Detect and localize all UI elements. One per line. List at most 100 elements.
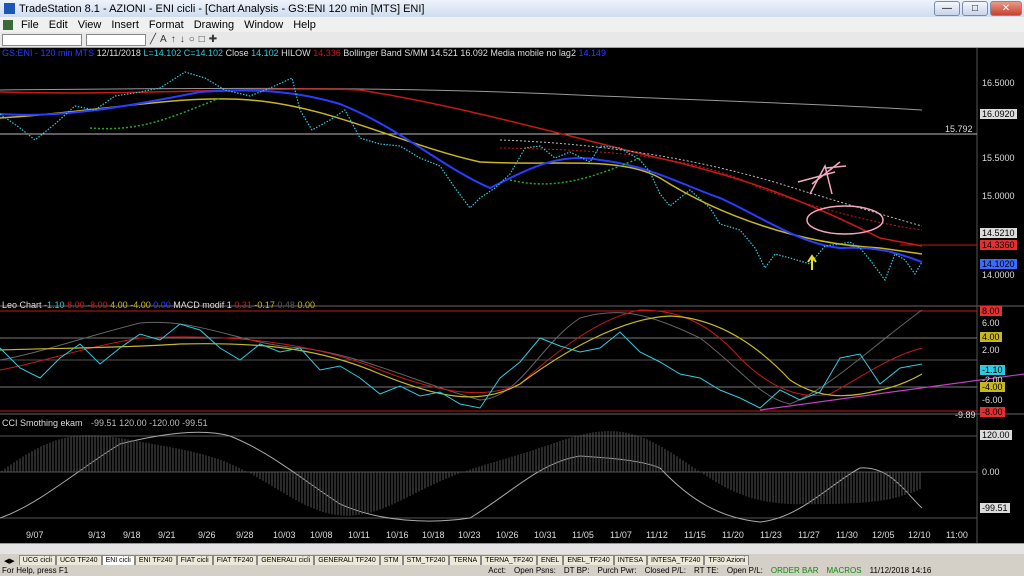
date-tick: 12/05 <box>872 530 895 540</box>
macd-val: 0.48 <box>277 300 295 310</box>
tab-enel-tf240[interactable]: ENEL_TF240 <box>563 555 614 565</box>
status-rt-te: RT TE: <box>693 566 719 575</box>
osc-scale: 6.00 <box>982 318 1000 328</box>
circle-icon[interactable]: ○ <box>189 34 195 46</box>
date-tick: 10/16 <box>386 530 409 540</box>
date-tick: 10/11 <box>348 530 370 540</box>
bb-label: Bollinger Band S/MM <box>343 48 428 58</box>
symbol-dropdown[interactable] <box>2 33 82 46</box>
horizontal-scrollbar[interactable] <box>0 543 1024 554</box>
cci-line <box>0 431 923 523</box>
date-tick: 11:00 <box>946 530 968 540</box>
osc-scale: 4.00 <box>980 332 1002 342</box>
date-tick: 11/30 <box>836 530 858 540</box>
close-button[interactable]: ✕ <box>990 1 1022 16</box>
date-tick: 10/03 <box>273 530 296 540</box>
arrow-down-icon[interactable]: ↓ <box>180 34 185 46</box>
tab-eni-cicli[interactable]: ENI cicli <box>101 555 135 565</box>
mts-label: MTS <box>75 48 95 58</box>
menu-edit[interactable]: Edit <box>44 19 73 31</box>
osc-scale: 8.00 <box>980 306 1002 316</box>
tab-generali-cicli[interactable]: GENERALI cicli <box>257 555 315 565</box>
tab-generali-tf240[interactable]: GENERALI TF240 <box>314 555 380 565</box>
osc-title: Leo Chart <box>2 300 42 310</box>
tab-fiat-cicli[interactable]: FIAT cicli <box>176 555 213 565</box>
close-value: 14.102 <box>251 48 279 58</box>
toolbar: ╱ A ↑ ↓ ○ □ ✚ <box>0 32 1024 48</box>
status-open-pl: Open P/L: <box>726 566 763 575</box>
rect-icon[interactable]: □ <box>199 34 205 46</box>
osc-val: -4.00 <box>130 300 151 310</box>
price-scale-1: 16.5000 <box>982 78 1015 88</box>
menu-window[interactable]: Window <box>239 19 288 31</box>
chart-area[interactable] <box>0 48 1024 543</box>
tab-terna-tf240[interactable]: TERNA_TF240 <box>481 555 538 565</box>
price-scale-5: 15.0000 <box>982 191 1015 201</box>
ma-red-dotted <box>499 147 923 231</box>
date-tick: 11/07 <box>610 530 632 540</box>
menu-insert[interactable]: Insert <box>106 19 144 31</box>
osc-scale: -1.10 <box>980 365 1005 375</box>
tab-scroll-arrows[interactable]: ◀▶ <box>0 557 19 565</box>
price-scale-3: 15.792 <box>945 124 973 134</box>
cursor-icon[interactable]: ✚ <box>209 34 217 46</box>
cci-scale: 120.00 <box>980 430 1012 440</box>
osc-histogram <box>0 309 923 405</box>
tab-fiat-tf240[interactable]: FIAT TF240 <box>212 555 258 565</box>
date-tick: 9/18 <box>123 530 141 540</box>
status-macros[interactable]: MACROS <box>826 566 861 575</box>
price-scale-7: 14.3360 <box>980 240 1017 250</box>
interval-dropdown[interactable] <box>86 33 146 46</box>
osc-val: 8.00 <box>67 300 85 310</box>
close-label: Close <box>225 48 249 58</box>
date-tick: 9/13 <box>88 530 106 540</box>
green-dotted-2 <box>509 157 641 185</box>
date-tick: 10/31 <box>534 530 557 540</box>
close-eq-label: C=14.102 <box>183 48 224 58</box>
menu-format[interactable]: Format <box>144 19 189 31</box>
price-header: GS:ENI - 120 min MTS 12/11/2018 L=14.102… <box>2 48 606 60</box>
text-icon[interactable]: A <box>160 34 167 46</box>
draw-line-icon[interactable]: ╱ <box>150 34 156 46</box>
arrow-up-icon[interactable]: ↑ <box>171 34 176 46</box>
tab-enel[interactable]: ENEL <box>537 555 564 565</box>
macd-val: 0.00 <box>297 300 315 310</box>
status-bar: For Help, press F1 Acct: Open Psns: DT B… <box>0 565 1024 576</box>
price-scale-4: 15.5000 <box>982 153 1015 163</box>
date-tick: 10/26 <box>496 530 519 540</box>
status-clock: 11/12/2018 14:16 <box>869 566 932 575</box>
osc-val: 0.00 <box>153 300 171 310</box>
status-open-psns: Open Psns: <box>514 566 556 575</box>
date-tick: 11/23 <box>760 530 782 540</box>
tab-tf30-azioni[interactable]: TF30 Azioni <box>704 555 750 565</box>
osc-scale: -6.00 <box>982 395 1003 405</box>
tab-terna[interactable]: TERNA <box>449 555 482 565</box>
tab-intesa[interactable]: INTESA <box>613 555 648 565</box>
date-tick: 11/15 <box>684 530 706 540</box>
tab-stm-tf240[interactable]: STM_TF240 <box>402 555 450 565</box>
osc-header: Leo Chart -1.10 8.00 -8.00 4.00 -4.00 0.… <box>2 300 315 310</box>
tab-stm[interactable]: STM <box>379 555 403 565</box>
menu-view[interactable]: View <box>73 19 107 31</box>
date-tick: 9/07 <box>26 530 44 540</box>
chart-doc-icon[interactable] <box>3 19 13 30</box>
tab-ucg-cicli[interactable]: UCG cicli <box>18 555 56 565</box>
app-icon <box>4 3 15 14</box>
date-label: 12/11/2018 <box>96 48 141 58</box>
tab-eni-tf240[interactable]: ENI TF240 <box>134 555 177 565</box>
chart-svg <box>0 48 1024 543</box>
menu-file[interactable]: File <box>16 19 44 31</box>
minimize-button[interactable]: — <box>934 1 960 16</box>
tab-intesa-tf240[interactable]: INTESA_TF240 <box>647 555 705 565</box>
highlight-ellipse <box>806 205 884 235</box>
status-order-bar[interactable]: ORDER BAR <box>771 566 819 575</box>
menu-help[interactable]: Help <box>288 19 321 31</box>
maximize-button[interactable]: □ <box>962 1 988 16</box>
menu-drawing[interactable]: Drawing <box>189 19 239 31</box>
tab-ucg-tf240[interactable]: UCG TF240 <box>55 555 102 565</box>
ma-value: 14.149 <box>578 48 606 58</box>
osc-val: -8.00 <box>87 300 108 310</box>
macd-val: -0.17 <box>254 300 275 310</box>
cci-scale: 0.00 <box>982 467 1000 477</box>
symbol-label: GS:ENI - 120 min <box>2 48 73 58</box>
